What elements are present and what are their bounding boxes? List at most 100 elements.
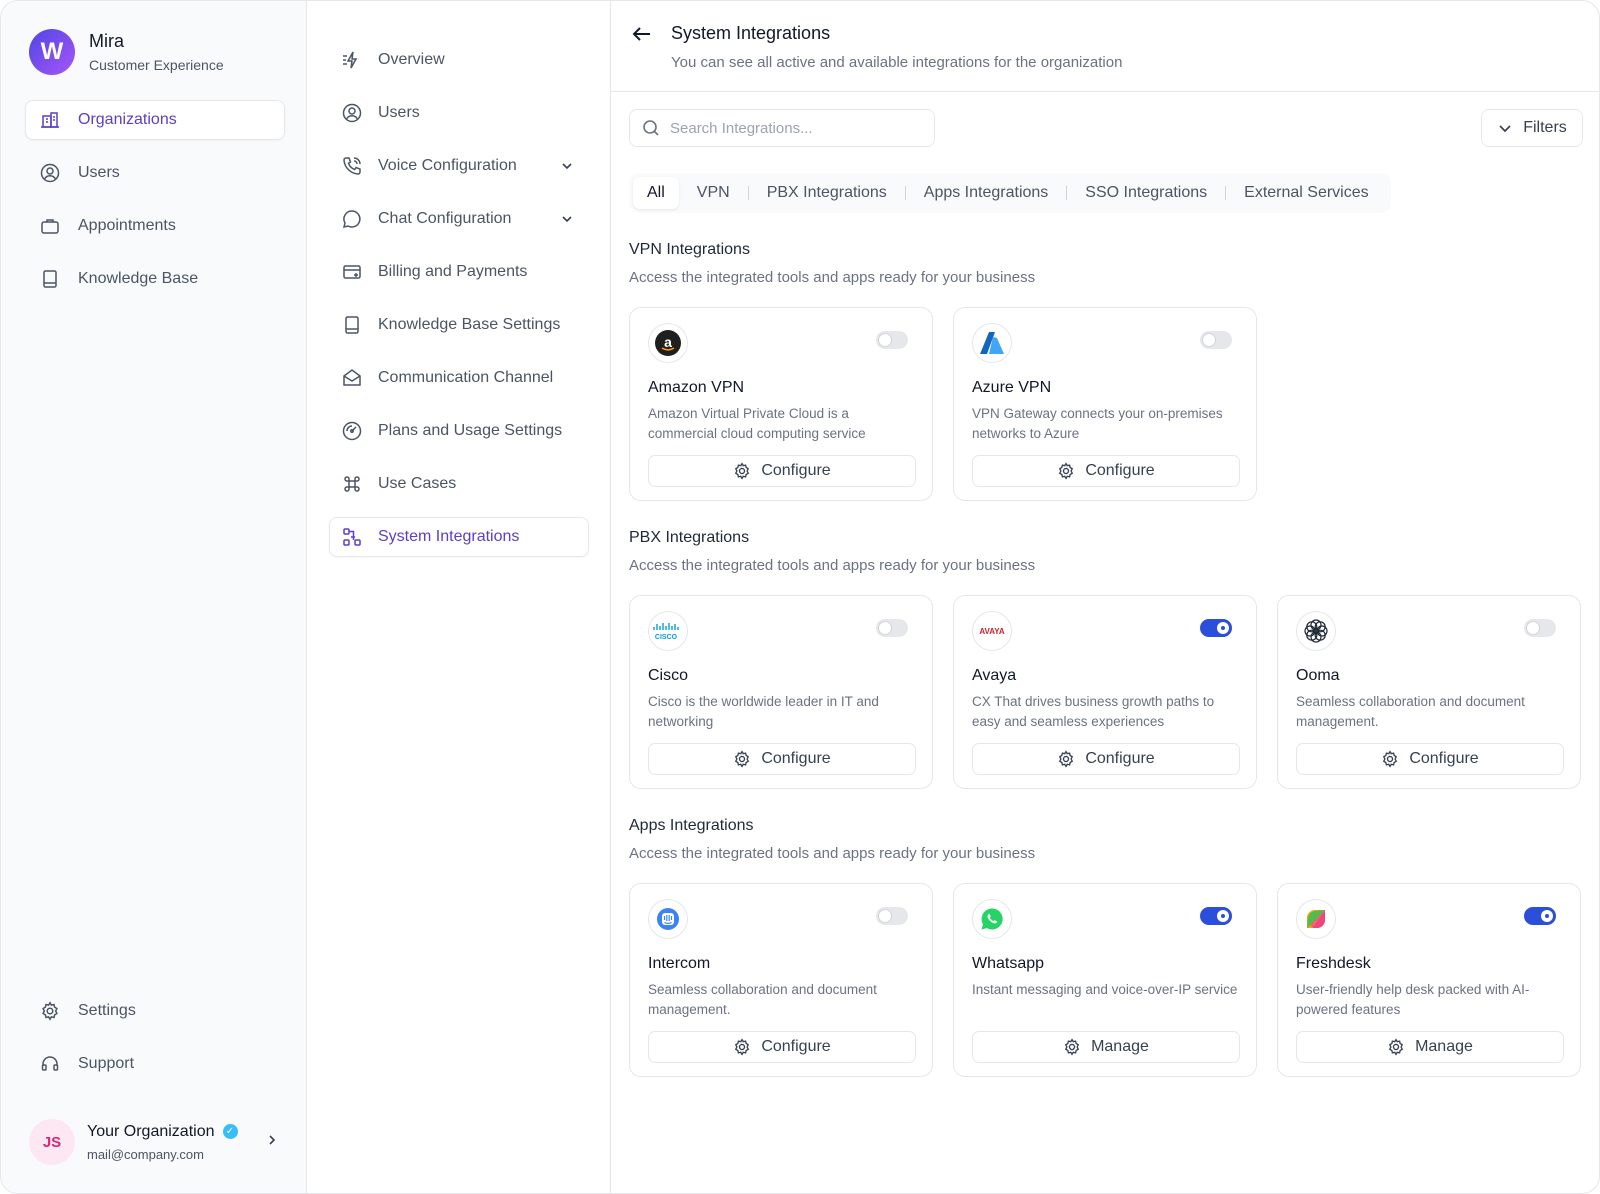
button-label: Configure	[1085, 462, 1155, 479]
section-title: VPN Integrations	[629, 241, 750, 258]
manage-button[interactable]: Manage	[972, 1031, 1240, 1063]
integration-description: User-friendly help desk packed with AI-p…	[1296, 982, 1530, 1017]
integration-toggle[interactable]	[1200, 331, 1232, 349]
primary-nav: Organizations Users Appointments Knowled…	[25, 100, 285, 312]
integration-card-azure-vpn: Azure VPN VPN Gateway connects your on-p…	[953, 307, 1257, 501]
filters-label: Filters	[1523, 119, 1567, 136]
integration-card-intercom: Intercom Seamless collaboration and docu…	[629, 883, 933, 1077]
search-box	[629, 109, 935, 147]
category-tabs: All VPN PBX Integrations Apps Integratio…	[629, 173, 1391, 213]
tab-apps-integrations[interactable]: Apps Integrations	[906, 177, 1067, 209]
subnav-item-use-cases[interactable]: Use Cases	[329, 464, 589, 504]
integration-description: CX That drives business growth paths to …	[972, 694, 1215, 729]
section-pbx-integrations: PBX Integrations Access the integrated t…	[629, 529, 1035, 574]
main-content: System Integrations You can see all acti…	[611, 1, 1599, 1193]
sidebar-item-label: Appointments	[78, 217, 176, 234]
configure-button[interactable]: Configure	[648, 455, 916, 487]
filters-button[interactable]: Filters	[1481, 109, 1583, 147]
gear-icon	[733, 750, 751, 768]
chevron-down-icon	[1497, 120, 1513, 136]
gear-icon	[1057, 750, 1075, 768]
integration-description: Amazon Virtual Private Cloud is a commer…	[648, 406, 866, 441]
subnav-item-billing[interactable]: Billing and Payments	[329, 252, 589, 292]
integration-toggle[interactable]	[1200, 907, 1232, 925]
integration-toggle[interactable]	[876, 331, 908, 349]
page-title: System Integrations	[671, 23, 831, 43]
sidebar-item-users[interactable]: Users	[25, 153, 285, 193]
integration-toggle[interactable]	[1200, 619, 1232, 637]
account-email: mail@company.com	[87, 1146, 204, 1162]
integration-description: Instant messaging and voice-over-IP serv…	[972, 982, 1238, 997]
account-switcher[interactable]: JS Your Organization ✓ mail@company.com	[29, 1119, 279, 1165]
avatar: JS	[29, 1119, 75, 1165]
subnav-item-chat-configuration[interactable]: Chat Configuration	[329, 199, 589, 239]
gear-icon	[733, 1038, 751, 1056]
subnav-item-label: Plans and Usage Settings	[378, 422, 563, 439]
sidebar-item-knowledge-base[interactable]: Knowledge Base	[25, 259, 285, 299]
subnav-item-label: Chat Configuration	[378, 210, 512, 227]
app-window: W Mira Customer Experience Organizations…	[0, 0, 1600, 1194]
subnav-item-plans-usage[interactable]: Plans and Usage Settings	[329, 411, 589, 451]
subnav-item-voice-configuration[interactable]: Voice Configuration	[329, 146, 589, 186]
configure-button[interactable]: Configure	[1296, 743, 1564, 775]
configure-button[interactable]: Configure	[648, 1031, 916, 1063]
chevron-right-icon	[265, 1133, 279, 1152]
subnav-item-label: Billing and Payments	[378, 263, 528, 280]
subnav-item-label: Use Cases	[378, 475, 457, 492]
chevron-down-icon[interactable]	[560, 159, 574, 173]
integration-name: Ooma	[1296, 667, 1340, 684]
sidebar-item-appointments[interactable]: Appointments	[25, 206, 285, 246]
search-input[interactable]	[670, 119, 920, 137]
subnav-item-communication-channel[interactable]: Communication Channel	[329, 358, 589, 398]
cisco-logo-icon: CISCO	[648, 611, 688, 651]
configure-button[interactable]: Configure	[972, 743, 1240, 775]
gear-icon	[1057, 462, 1075, 480]
subnav-item-overview[interactable]: Overview	[329, 40, 589, 80]
chat-icon	[342, 209, 362, 229]
tab-external-services[interactable]: External Services	[1226, 177, 1387, 209]
sidebar-item-settings[interactable]: Settings	[25, 991, 285, 1031]
svg-text:a: a	[664, 334, 672, 350]
gear-icon	[1063, 1038, 1081, 1056]
button-label: Configure	[1409, 750, 1479, 767]
manage-button[interactable]: Manage	[1296, 1031, 1564, 1063]
subnav-item-system-integrations[interactable]: System Integrations	[329, 517, 589, 557]
configure-button[interactable]: Configure	[648, 743, 916, 775]
subnav-item-users[interactable]: Users	[329, 93, 589, 133]
integration-name: Amazon VPN	[648, 379, 745, 396]
button-label: Configure	[761, 750, 831, 767]
tab-vpn[interactable]: VPN	[679, 177, 748, 209]
brand: W Mira Customer Experience	[29, 29, 224, 75]
card-icon	[342, 262, 362, 282]
tab-all[interactable]: All	[633, 177, 679, 209]
configure-button[interactable]: Configure	[972, 455, 1240, 487]
integration-toggle[interactable]	[876, 619, 908, 637]
button-label: Configure	[1085, 750, 1155, 767]
back-arrow-icon[interactable]	[629, 21, 655, 47]
integration-toggle[interactable]	[876, 907, 908, 925]
sidebar-item-label: Users	[78, 164, 120, 181]
subnav-item-knowledge-base-settings[interactable]: Knowledge Base Settings	[329, 305, 589, 345]
integration-toggle[interactable]	[1524, 907, 1556, 925]
tab-pbx-integrations[interactable]: PBX Integrations	[749, 177, 905, 209]
whatsapp-logo-icon	[972, 899, 1012, 939]
sidebar-item-support[interactable]: Support	[25, 1044, 285, 1084]
section-subtitle: Access the integrated tools and apps rea…	[629, 845, 1036, 862]
integration-description: VPN Gateway connects your on-premises ne…	[972, 406, 1223, 441]
subnav-item-label: Knowledge Base Settings	[378, 316, 561, 333]
brand-logo-icon: W	[29, 29, 75, 75]
book-icon	[40, 269, 60, 289]
azure-logo-icon	[972, 323, 1012, 363]
integration-card-whatsapp: Whatsapp Instant messaging and voice-ove…	[953, 883, 1257, 1077]
sidebar-bottom-nav: Settings Support	[25, 991, 285, 1097]
integration-name: Whatsapp	[972, 955, 1045, 972]
page-header: System Integrations You can see all acti…	[611, 1, 1599, 92]
settings-nav: Overview Users Voice Configuration Chat …	[329, 40, 589, 570]
chevron-down-icon[interactable]	[560, 212, 574, 226]
sidebar-item-organizations[interactable]: Organizations	[25, 100, 285, 140]
subnav-item-label: System Integrations	[378, 528, 520, 545]
section-title: PBX Integrations	[629, 529, 750, 546]
search-icon	[642, 119, 660, 137]
tab-sso-integrations[interactable]: SSO Integrations	[1067, 177, 1225, 209]
integration-toggle[interactable]	[1524, 619, 1556, 637]
